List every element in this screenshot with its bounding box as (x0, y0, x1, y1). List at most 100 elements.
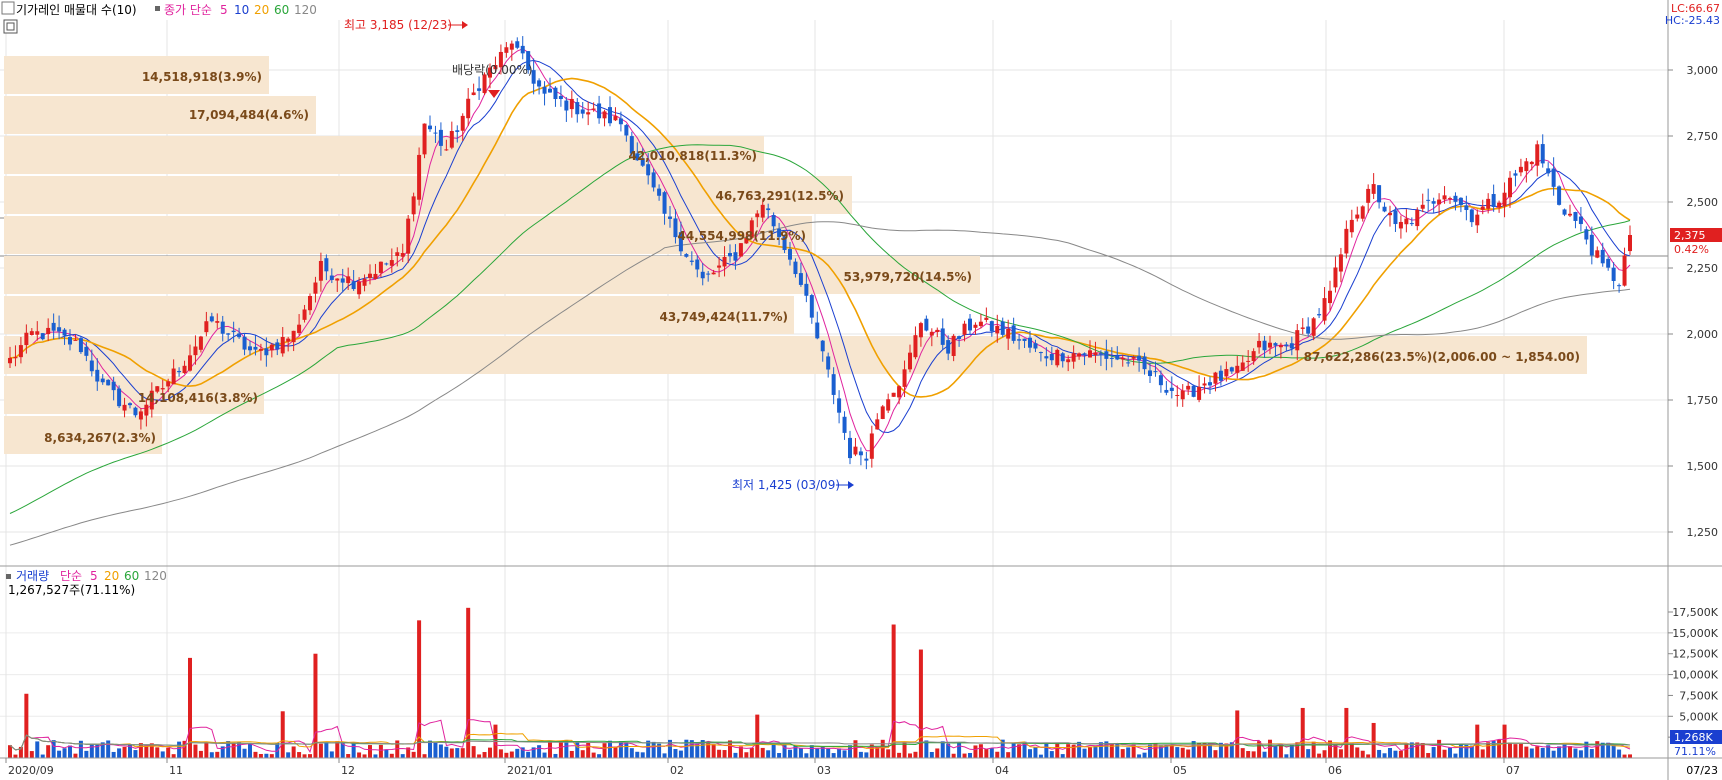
candle-body (864, 458, 869, 461)
dividend-label: 배당락(0.00%) (452, 63, 533, 77)
volume-bar (455, 748, 460, 758)
candle-body (820, 340, 825, 352)
legend-ma-5: 5 (220, 3, 228, 17)
candle-body (1268, 342, 1272, 348)
candle-body (902, 369, 907, 387)
candle-body (455, 130, 460, 132)
candle-body (1431, 201, 1436, 204)
volume-profile-zone (4, 256, 980, 294)
candle-body (1289, 343, 1294, 349)
candle-body (122, 404, 127, 411)
volume-bar (1088, 747, 1092, 758)
volume-bar (673, 749, 678, 758)
volume-bar (935, 748, 940, 758)
candle-body (1486, 198, 1491, 209)
candle-body (618, 118, 623, 125)
volume-bar (1480, 749, 1485, 758)
volume-profile-label: 42,010,818(11.3%) (628, 149, 757, 163)
candle-body (700, 271, 705, 279)
volume-tick-label: 17,500K (1672, 606, 1718, 619)
volume-bar (1513, 744, 1518, 758)
candle-body (1480, 206, 1485, 210)
candle-body (711, 272, 716, 275)
candle-body (1218, 370, 1223, 381)
volume-bar (1273, 746, 1278, 758)
volume-bar (804, 753, 809, 758)
volume-bar (509, 751, 514, 758)
candle-body (1082, 353, 1087, 355)
candle-body (924, 318, 929, 331)
volume-profile-label: 44,554,998(11.9%) (677, 229, 806, 243)
volume-bar (24, 693, 29, 758)
volume-bar (537, 745, 542, 758)
volume-bar (548, 741, 552, 758)
volume-bar (1213, 750, 1218, 758)
volume-bar (1338, 749, 1343, 758)
volume-bar (1306, 749, 1311, 758)
volume-bar (1524, 746, 1529, 758)
candle-body (1251, 351, 1256, 362)
volume-bar (482, 752, 487, 758)
candle-body (29, 331, 34, 335)
grid-toggle-icon[interactable] (3, 19, 18, 34)
volume-bar (809, 745, 814, 758)
high-annotation: 최고 3,185 (12/23) (344, 18, 468, 32)
candle-body (978, 321, 983, 327)
volume-bar (815, 748, 820, 758)
volume-bar (1349, 743, 1354, 758)
volume-bar (324, 742, 329, 758)
candle-body (728, 252, 732, 257)
volume-bar (1551, 750, 1556, 758)
legend-ma-20: 20 (254, 3, 269, 17)
volume-bar (842, 750, 847, 758)
candle-body (144, 404, 149, 416)
candle-body (100, 378, 105, 383)
candle-body (1093, 352, 1098, 356)
candle-body (24, 332, 29, 346)
volume-bar (166, 747, 171, 758)
candle-body (1502, 192, 1507, 207)
candle-body (1508, 177, 1512, 198)
candle-body (1415, 209, 1420, 227)
candle-body (258, 348, 263, 351)
candle-body (542, 86, 547, 94)
volume-bar (1186, 749, 1191, 758)
volume-bar (488, 747, 492, 758)
candle-body (962, 323, 967, 335)
volume-bar (973, 745, 978, 758)
volume-bar (411, 751, 416, 758)
candle-body (1622, 255, 1627, 286)
volume-bar (1535, 746, 1540, 758)
volume-bar (1098, 742, 1103, 758)
volume-bar (1431, 747, 1436, 758)
volume-bar (1442, 749, 1447, 758)
volume-bar (1404, 743, 1409, 758)
volume-bar (318, 743, 323, 758)
volume-bar (744, 752, 749, 758)
candle-body (406, 218, 411, 254)
volume-bar (297, 752, 302, 758)
candle-body (275, 342, 280, 350)
volume-bar (68, 745, 72, 758)
volume-bar (504, 752, 509, 758)
volume-bar (1573, 748, 1578, 758)
candle-body (1573, 212, 1578, 221)
candle-body (128, 403, 132, 406)
volume-bar (1235, 710, 1240, 758)
candle-body (722, 256, 727, 267)
legend-toggle-box[interactable] (1, 1, 15, 15)
volume-profile-label: 14,518,918(3.9%) (142, 70, 262, 84)
candle-body (35, 331, 40, 335)
volume-bar (1388, 748, 1392, 758)
volume-bar (1093, 745, 1098, 758)
candle-body (362, 278, 367, 286)
candle-body (1197, 386, 1202, 400)
volume-bar (968, 752, 972, 758)
volume-legend-ma-5: 5 (90, 569, 98, 583)
candle-body (580, 109, 585, 114)
price-tick-label: 2,000 (1687, 328, 1719, 341)
volume-bar (389, 753, 394, 758)
candle-body (422, 123, 427, 155)
candle-body (73, 339, 78, 341)
candle-body (520, 45, 525, 54)
